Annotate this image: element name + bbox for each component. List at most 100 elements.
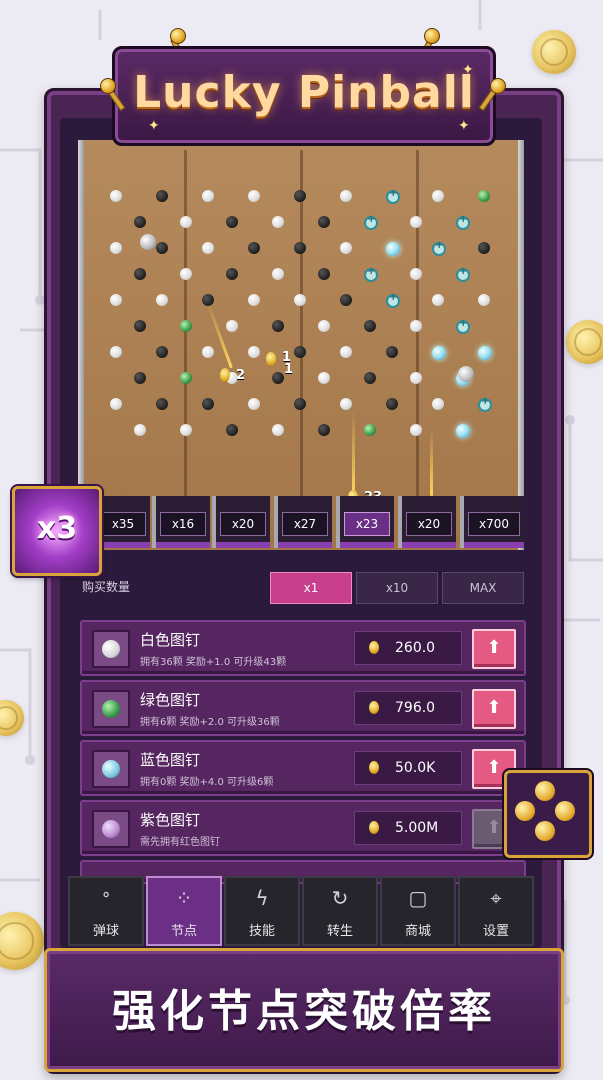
peg [156, 346, 168, 358]
white-pin-icon [102, 640, 120, 658]
peg [226, 320, 238, 332]
peg [364, 266, 378, 282]
upgrade-name: 绿色图钉 [140, 691, 201, 709]
peg [156, 190, 168, 202]
peg [364, 424, 376, 436]
coin-icon [369, 821, 379, 834]
pin-decor [490, 78, 506, 94]
peg [318, 268, 330, 280]
peg [340, 398, 352, 410]
tab-skills[interactable]: ϟ 技能 [224, 876, 300, 946]
peg [364, 320, 376, 332]
node-gem-badge[interactable] [504, 770, 592, 858]
qty-x1-button[interactable]: x1 [270, 572, 352, 604]
slot-bar [216, 542, 270, 548]
tab-label: 弹球 [92, 924, 119, 939]
peg [134, 320, 146, 332]
peg [432, 190, 444, 202]
multiplier-boost-badge[interactable]: x3 [12, 486, 102, 576]
peg [340, 242, 352, 254]
slot-multiplier: x20 [220, 512, 266, 536]
tab-label: 转生 [326, 924, 353, 939]
slot-bar [156, 542, 210, 548]
upgrade-button[interactable]: ⬆ [472, 689, 516, 729]
tab-settings[interactable]: ⌖ 设置 [458, 876, 534, 946]
peg [456, 318, 470, 334]
slot: x16 [152, 496, 210, 548]
multiplier-boost-label: x3 [36, 511, 78, 546]
upgrade-button[interactable]: ⬆ [472, 629, 516, 669]
sparkle-icon: ✦ [462, 62, 474, 78]
peg [202, 190, 214, 202]
tab-nodes[interactable]: ⁘ 节点 [146, 876, 222, 946]
ball-trail [430, 428, 433, 496]
pin-icon-box [92, 810, 130, 848]
peg [432, 240, 446, 256]
peg [202, 346, 214, 358]
slot-multiplier: x27 [282, 512, 328, 536]
peg [410, 372, 422, 384]
peg [456, 214, 470, 230]
upgrade-price: 260.0 [354, 631, 462, 665]
price-value: 5.00M [395, 820, 439, 836]
slot-multiplier: x700 [468, 512, 520, 536]
price-value: 796.0 [395, 700, 436, 716]
buy-quantity-label: 购买数量 [82, 580, 131, 594]
coin-icon [369, 641, 379, 654]
peg [340, 346, 352, 358]
peg [156, 294, 168, 306]
coin-icon [220, 368, 230, 382]
peg [248, 398, 260, 410]
tab-shop[interactable]: ▢ 商城 [380, 876, 456, 946]
peg [272, 372, 284, 384]
sparkle-icon: ✦ [148, 118, 160, 134]
tab-label: 节点 [170, 924, 197, 939]
coin-icon [266, 352, 276, 366]
tab-label: 商城 [404, 924, 431, 939]
peg [272, 268, 284, 280]
tab-pinball[interactable]: ᐤ 弹球 [68, 876, 144, 946]
game-title: Lucky Pinball [133, 67, 475, 118]
slot: x27 [274, 496, 332, 548]
peg [202, 242, 214, 254]
decor-coin [532, 30, 576, 74]
peg [248, 346, 260, 358]
slot-bar [278, 542, 332, 548]
coin-icon [369, 701, 379, 714]
peg [156, 398, 168, 410]
peg [432, 398, 444, 410]
peg [386, 398, 398, 410]
peg [180, 372, 192, 384]
peg [432, 294, 444, 306]
upgrade-desc: 拥有6颗 奖励+2.0 可升级36颗 [140, 717, 280, 728]
slot-bar [402, 542, 456, 548]
peg [478, 190, 490, 202]
peg [410, 424, 422, 436]
peg [410, 216, 422, 228]
peg [180, 216, 192, 228]
slot-multiplier: x16 [160, 512, 206, 536]
upgrade-price: 796.0 [354, 691, 462, 725]
peg [318, 320, 330, 332]
peg [340, 294, 352, 306]
slot: x20 [398, 496, 456, 548]
peg [110, 346, 122, 358]
peg [456, 266, 470, 282]
bottom-tab-bar: ᐤ 弹球 ⁘ 节点 ϟ 技能 ↻ 转生 ▢ 商城 ⌖ 设置 [68, 876, 534, 946]
promo-banner-text: 强化节点突破倍率 [112, 986, 496, 1037]
coin-reward-number: 1 [284, 362, 294, 377]
peg [248, 242, 260, 254]
qty-max-button[interactable]: MAX [442, 572, 524, 604]
slot-multiplier: x23 [344, 512, 390, 536]
peg [134, 424, 146, 436]
peg [294, 398, 306, 410]
upgrade-name: 白色图钉 [140, 631, 201, 649]
upgrade-desc: 拥有36颗 奖励+1.0 可升级43颗 [140, 657, 287, 668]
upgrade-row-green-pin: 绿色图钉 拥有6颗 奖励+2.0 可升级36颗 796.0 ⬆ [80, 680, 526, 736]
pinball [140, 234, 156, 250]
qty-x10-button[interactable]: x10 [356, 572, 438, 604]
gem-icon [515, 801, 535, 821]
tab-rebirth[interactable]: ↻ 转生 [302, 876, 378, 946]
peg [294, 294, 306, 306]
peg [156, 242, 168, 254]
